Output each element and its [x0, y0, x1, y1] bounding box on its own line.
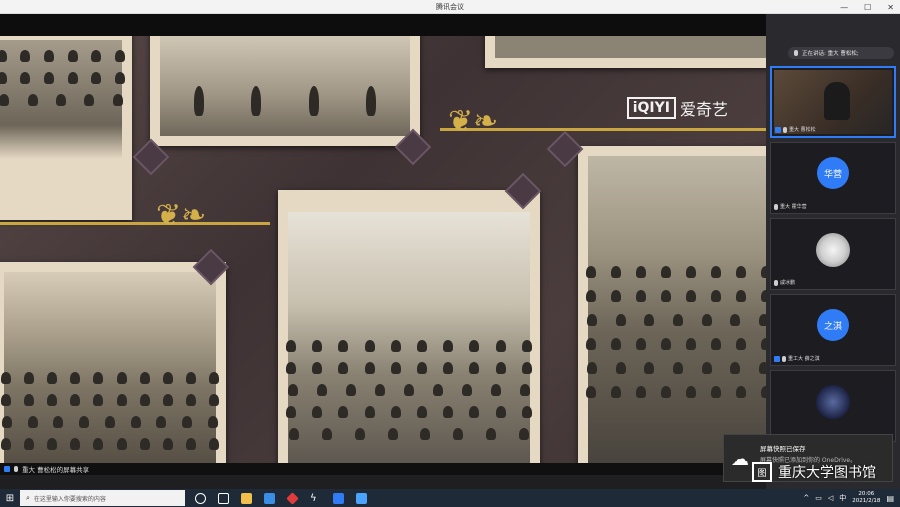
toast-title: 屏幕快照已保存: [760, 445, 806, 453]
photo-top-right: [485, 36, 766, 68]
photo-top-middle: [150, 36, 420, 146]
user-icon: [774, 355, 780, 362]
participant-tile[interactable]: [770, 370, 896, 442]
avatar: [816, 385, 850, 419]
gold-line-lower: [0, 222, 270, 225]
participant-name: 重大 曹松松: [775, 126, 816, 133]
iqiyi-logo: iQIYI: [626, 97, 676, 119]
clock-time: 20:06: [858, 491, 875, 497]
participant-name: 重大 霍华营: [774, 203, 807, 210]
window-title: 腾讯会议: [436, 2, 464, 11]
iqiyi-text: 爱奇艺: [679, 100, 728, 119]
speaking-label: 正在讲话: 重大 曹松松;: [802, 51, 859, 57]
clock-date: 2021/2/18: [852, 498, 881, 504]
chevron-up-icon[interactable]: ^: [803, 494, 809, 502]
minimize-button[interactable]: —: [840, 3, 848, 12]
mic-muted-icon: [782, 355, 786, 362]
speaker-icon: [794, 50, 798, 56]
volume-icon[interactable]: ◁: [828, 494, 833, 502]
participant-video-person: [824, 82, 850, 120]
cortana-icon[interactable]: [195, 492, 206, 504]
share-label: 重大 曹松松的屏幕共享: [22, 466, 90, 474]
participant-tile[interactable]: 之淇 重工大 薛之淇: [770, 294, 896, 366]
search-icon: ⌕: [26, 493, 30, 502]
mic-muted-icon: [774, 203, 778, 210]
ornament-upper: ❦❧: [448, 104, 499, 139]
taskbar: ⊞ ⌕ 在这里输入你要搜索的内容 ϟ ^ ▭ ◁ 中 20:06 2021/2/…: [0, 489, 900, 507]
user-icon: [4, 466, 10, 472]
participant-name: 重工大 薛之淇: [774, 355, 820, 362]
participant-name: 戚冰鹏: [774, 279, 795, 286]
mic-muted-icon: [774, 279, 778, 286]
ornament-lower: ❦❧: [156, 198, 207, 233]
participant-tile[interactable]: 重大 曹松松: [770, 66, 896, 138]
participant-tile[interactable]: 华营 重大 霍华营: [770, 142, 896, 214]
cloud-icon: ☁: [731, 449, 749, 470]
mail-icon[interactable]: [264, 492, 275, 504]
task-view-icon[interactable]: [218, 492, 229, 504]
taskbar-pinned-apps: ϟ: [195, 491, 367, 505]
close-button[interactable]: ✕: [887, 3, 894, 12]
windows-start-button[interactable]: ⊞: [0, 489, 20, 507]
notifications-icon[interactable]: ▤: [886, 494, 894, 503]
tencent-meeting-icon[interactable]: [333, 492, 344, 504]
shared-screen: ❦❧ ❦❧ iQIYI 爱奇艺 重大 曹松松的屏幕共享: [0, 14, 766, 475]
screen-share-icon: [14, 466, 18, 472]
system-tray: ^ ▭ ◁ 中 20:06 2021/2/18 ▤: [803, 489, 894, 507]
participant-tile[interactable]: 戚冰鹏: [770, 218, 896, 290]
title-bar: 腾讯会议 — ☐ ✕: [0, 0, 900, 14]
avatar: 之淇: [817, 309, 849, 341]
library-seal-icon: 图: [752, 462, 772, 482]
app-red-icon[interactable]: [286, 491, 299, 505]
search-placeholder: 在这里输入你要搜索的内容: [33, 495, 106, 503]
iqiyi-watermark: iQIYI 爱奇艺: [626, 96, 728, 120]
mic-icon: [783, 126, 787, 133]
participants-panel: 正在讲话: 重大 曹松松; 重大 曹松松 华营 重大 霍华营 戚冰鹏 之淇 重工…: [766, 14, 900, 489]
clock[interactable]: 20:06 2021/2/18: [852, 491, 880, 505]
photo-bottom-center: [278, 190, 540, 475]
photo-bottom-left: [0, 262, 226, 475]
app-blue-icon[interactable]: [356, 492, 367, 504]
user-icon: [775, 126, 781, 133]
speaking-indicator: 正在讲话: 重大 曹松松;: [788, 47, 894, 59]
watermark-text: 重庆大学图书馆: [778, 465, 876, 481]
app-bolt-icon[interactable]: ϟ: [310, 493, 321, 504]
photo-top-left: [0, 36, 132, 220]
network-icon[interactable]: ▭: [815, 494, 822, 502]
meeting-window: 腾讯会议 — ☐ ✕ ❦❧ ❦❧ iQIYI 爱奇艺 重大 曹松松的屏幕共享 正…: [0, 0, 900, 507]
maximize-button[interactable]: ☐: [864, 3, 871, 12]
shared-video-frame: ❦❧ ❦❧ iQIYI 爱奇艺: [0, 36, 766, 475]
ime-icon[interactable]: 中: [839, 493, 846, 503]
avatar: 华营: [817, 157, 849, 189]
file-explorer-icon[interactable]: [241, 492, 252, 504]
library-watermark: 图 重庆大学图书馆: [752, 462, 876, 482]
taskbar-search[interactable]: ⌕ 在这里输入你要搜索的内容: [20, 490, 185, 506]
window-controls: — ☐ ✕: [840, 0, 894, 14]
share-status-bar: 重大 曹松松的屏幕共享: [0, 463, 766, 475]
avatar: [816, 233, 850, 267]
photo-bottom-right: [578, 146, 766, 475]
